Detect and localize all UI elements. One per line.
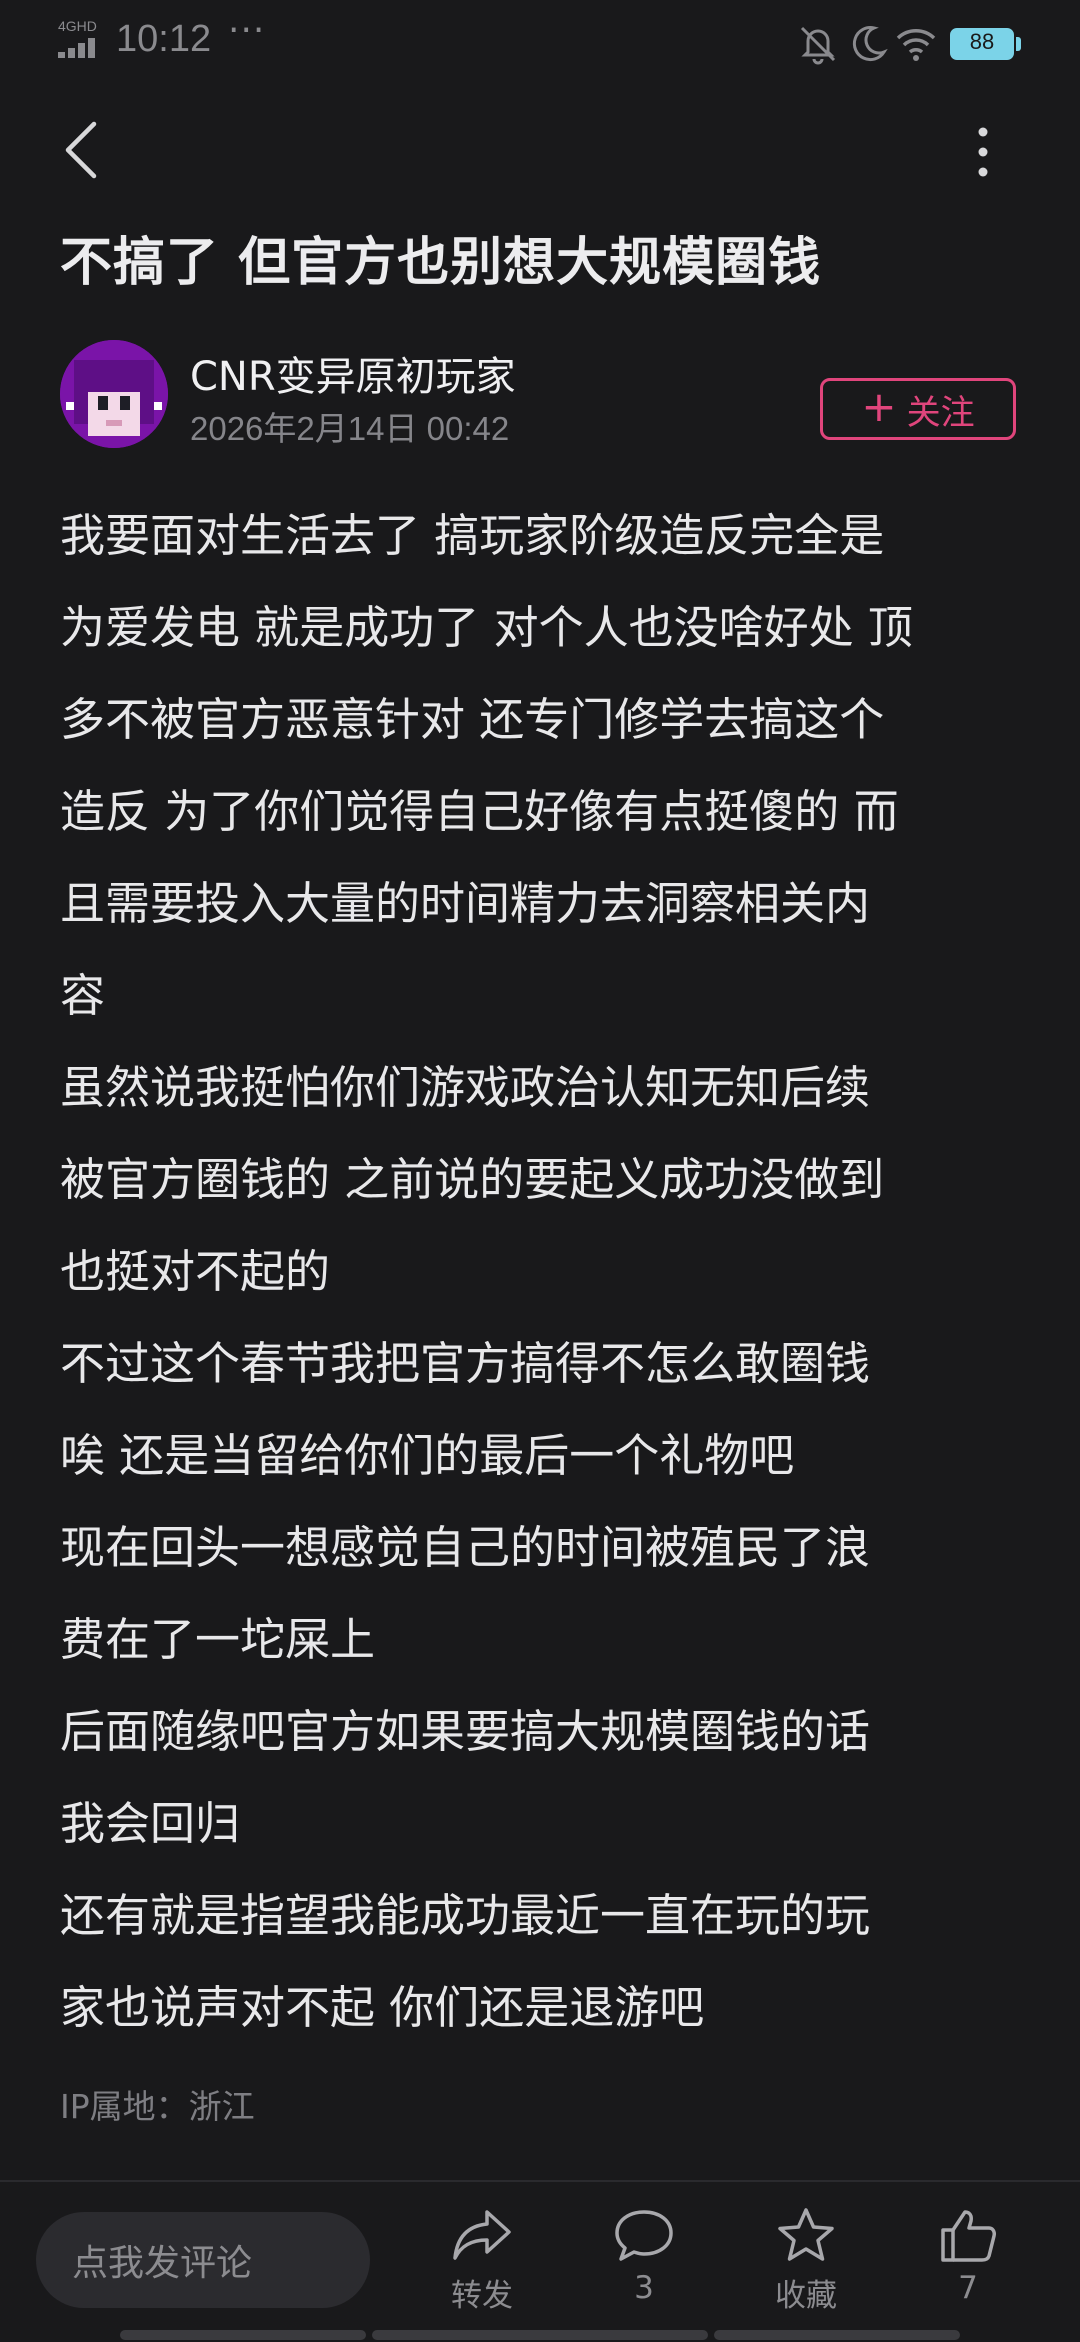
do-not-disturb-moon-icon — [852, 26, 888, 62]
post-title: 不搞了 但官方也别想大规模圈钱 — [60, 233, 822, 293]
status-time: 10:12 — [116, 18, 212, 60]
more-vertical-icon[interactable] — [968, 122, 998, 182]
share-icon — [453, 2210, 511, 2260]
home-indicator — [120, 2330, 366, 2340]
back-arrow-icon[interactable] — [60, 118, 104, 182]
network-type: 4GHD — [58, 18, 97, 34]
follow-button[interactable]: + 关注 — [820, 378, 1016, 440]
avatar[interactable] — [60, 340, 168, 448]
like-count: 7 — [958, 2270, 978, 2306]
follow-label: 关注 — [906, 392, 975, 433]
thumbs-up-icon — [941, 2210, 996, 2262]
star-icon — [778, 2208, 834, 2261]
body-line: 且需要投入大量的时间精力去洞察相关内 — [60, 877, 871, 930]
notification-more-icon: ··· — [228, 10, 266, 51]
status-bar: 4GHD 10:12 ··· 88 — [0, 0, 1080, 90]
plus-icon: + — [861, 382, 897, 431]
body-line: 我会回归 — [60, 1797, 241, 1850]
body-line: 为爱发电 就是成功了 对个人也没啥好处 顶 — [60, 601, 913, 654]
battery-level: 88 — [969, 29, 995, 54]
body-line: 多不被官方恶意针对 还专门修学去搞这个 — [60, 693, 885, 746]
wifi-icon — [896, 29, 936, 61]
body-line: 现在回头一想感觉自己的时间被殖民了浪 — [60, 1521, 871, 1574]
comment-count: 3 — [634, 2270, 654, 2306]
share-button[interactable]: 转发 — [422, 2206, 542, 2336]
body-line: 后面随缘吧官方如果要搞大规模圈钱的话 — [60, 1705, 871, 1758]
body-line: 容 — [60, 969, 106, 1022]
home-indicator — [714, 2330, 960, 2340]
body-line: 造反 为了你们觉得自己好像有点挺傻的 而 — [60, 785, 899, 838]
body-line: 不过这个春节我把官方搞得不怎么敢圈钱 — [60, 1337, 871, 1390]
comment-input[interactable]: 点我发评论 — [36, 2212, 370, 2308]
bottom-action-bar: 点我发评论 转发 3 收藏 7 — [0, 2180, 1080, 2342]
favorite-button[interactable]: 收藏 — [746, 2206, 866, 2336]
body-line: 被官方圈钱的 之前说的要起义成功没做到 — [60, 1153, 885, 1206]
body-line: 费在了一坨屎上 — [60, 1613, 376, 1666]
body-line: 我要面对生活去了 搞玩家阶级造反完全是 — [60, 509, 885, 562]
avatar-pixel-art-icon — [60, 340, 168, 448]
body-line: 也挺对不起的 — [60, 1245, 331, 1298]
body-line: 家也说声对不起 你们还是退游吧 — [60, 1981, 705, 2034]
battery-tip — [1016, 37, 1021, 51]
favorite-label: 收藏 — [775, 2278, 837, 2314]
comment-icon — [615, 2210, 673, 2261]
author-name[interactable]: CNR变异原初玩家 — [190, 344, 516, 402]
like-button[interactable]: 7 — [908, 2206, 1028, 2336]
mute-bell-icon — [800, 26, 836, 65]
body-line: 唉 还是当留给你们的最后一个礼物吧 — [60, 1429, 795, 1482]
post-timestamp: 2026年2月14日 00:42 — [190, 410, 510, 447]
post-body: 我要面对生活去了 搞玩家阶级造反完全是 为爱发电 就是成功了 对个人也没啥好处 … — [60, 490, 1040, 2054]
home-indicator — [372, 2330, 708, 2340]
body-line: 还有就是指望我能成功最近一直在玩的玩 — [60, 1889, 871, 1942]
share-label: 转发 — [451, 2278, 513, 2314]
signal-icon — [58, 36, 106, 58]
ip-location: IP属地：浙江 — [60, 2087, 255, 2126]
body-line: 虽然说我挺怕你们游戏政治认知无知后续 — [60, 1061, 871, 1114]
battery-icon: 88 — [950, 28, 1014, 60]
comment-button[interactable]: 3 — [584, 2206, 704, 2336]
